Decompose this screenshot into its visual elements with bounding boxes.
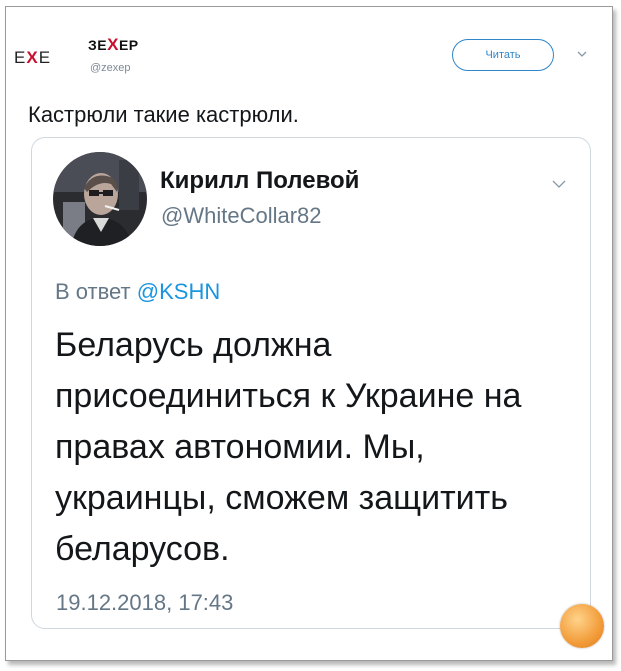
chevron-down-icon[interactable] [551,178,567,190]
avatar-photo [53,152,147,246]
reply-mention-link[interactable]: @KSHN [137,279,220,304]
reply-prefix: В ответ [55,279,131,304]
quoted-author-name[interactable]: Кирилл Полевой [160,167,359,195]
quoted-author-handle[interactable]: @WhiteCollar82 [161,203,322,229]
quoted-tweet-body: Беларусь должна присоединиться к Украине… [55,326,522,568]
reply-context: В ответ @KSHN [55,279,220,305]
account-logo[interactable]: EXE [14,34,82,78]
logo-letter-right: E [38,48,52,67]
logo-letter-left: E [14,48,27,67]
logo-x-mark: X [26,48,39,67]
chevron-down-icon[interactable] [576,48,588,60]
tweet-text: Кастрюли такие кастрюли. [28,102,299,127]
account-name[interactable]: ЗЕXЕР [88,35,139,55]
watermark-logo [560,604,604,648]
quoted-tweet-timestamp[interactable]: 19.12.2018, 17:43 [56,590,233,616]
follow-button[interactable]: Читать [452,39,554,71]
avatar[interactable] [53,152,147,246]
account-handle[interactable]: @zexep [90,62,131,74]
